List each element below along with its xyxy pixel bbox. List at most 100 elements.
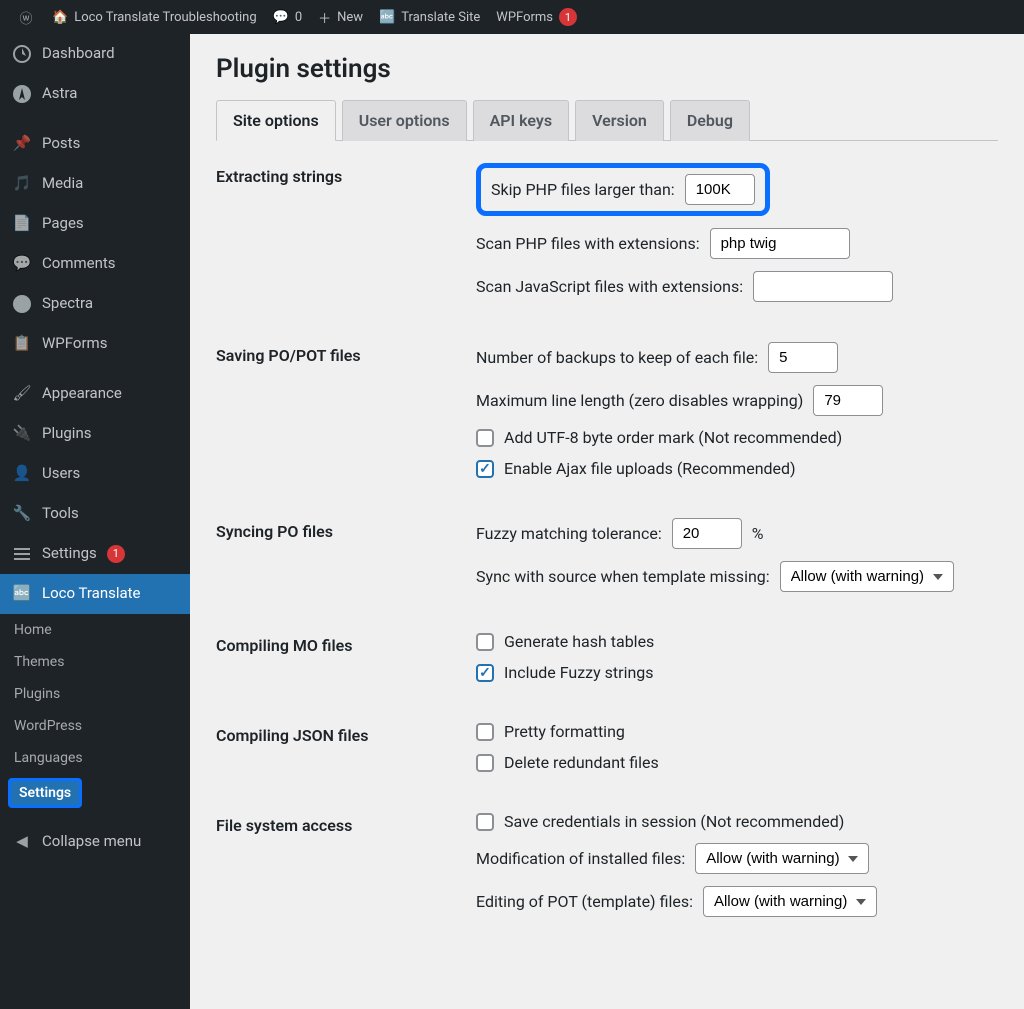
pin-icon: 📌 [12,134,32,154]
settings-tabs: Site options User options API keys Versi… [216,100,998,141]
section-label-compiling-json: Compiling JSON files [216,722,476,784]
wp-logo[interactable]: ⓦ [8,0,44,34]
sidebar-item-appearance[interactable]: 🖌Appearance [0,374,190,414]
pretty-label: Pretty formatting [504,722,625,741]
home-icon: 🏠 [52,10,68,25]
backups-input[interactable] [768,342,838,373]
sidebar-item-comments[interactable]: 💬Comments [0,244,190,284]
sync-label: Sync with source when template missing: [476,567,770,586]
maxline-input[interactable] [813,385,883,416]
section-label-extracting: Extracting strings [216,163,476,314]
pot-label: Editing of POT (template) files: [476,892,693,911]
skip-php-input[interactable] [685,174,755,205]
scan-php-label: Scan PHP files with extensions: [476,234,700,253]
mod-label: Modification of installed files: [476,849,685,868]
delete-redundant-label: Delete redundant files [504,753,659,772]
collapse-menu[interactable]: ◀Collapse menu [0,822,190,862]
sidebar-item-tools[interactable]: 🔧Tools [0,494,190,534]
sidebar-item-pages[interactable]: 📄Pages [0,204,190,244]
ajax-checkbox[interactable] [476,460,494,478]
sidebar-sub-settings[interactable]: Settings [8,778,82,808]
sidebar-sub-themes[interactable]: Themes [0,646,190,678]
sidebar-item-spectra[interactable]: Spectra [0,284,190,324]
loco-icon: 🔤 [12,584,32,604]
dashboard-icon [12,44,32,64]
mod-select[interactable]: Allow (with warning) [695,843,869,874]
translate-site-link[interactable]: 🔤Translate Site [371,0,488,34]
hash-checkbox[interactable] [476,633,494,651]
pretty-checkbox[interactable] [476,723,494,741]
hash-label: Generate hash tables [504,632,654,651]
comments-count: 0 [295,10,302,25]
sidebar-item-dashboard[interactable]: Dashboard [0,34,190,74]
fuzzy-suffix: % [752,524,764,543]
utf8-checkbox[interactable] [476,429,494,447]
sync-select[interactable]: Allow (with warning) [780,561,954,592]
include-fuzzy-label: Include Fuzzy strings [504,663,654,682]
creds-checkbox[interactable] [476,813,494,831]
main-content: Plugin settings Site options User option… [190,34,1024,1009]
fuzzy-input[interactable] [672,518,742,549]
scan-js-input[interactable] [753,271,893,302]
user-icon: 👤 [12,464,32,484]
site-link[interactable]: 🏠 Loco Translate Troubleshooting [44,0,265,34]
tab-site-options[interactable]: Site options [216,100,336,141]
astra-icon [12,84,32,104]
comment-icon: 💬 [12,254,32,274]
sidebar-item-settings[interactable]: Settings1 [0,534,190,574]
spectra-icon [12,294,32,314]
wordpress-icon: ⓦ [16,7,36,27]
ajax-label: Enable Ajax file uploads (Recommended) [504,459,796,478]
fuzzy-label: Fuzzy matching tolerance: [476,524,662,543]
comments-link[interactable]: 💬0 [265,0,311,34]
section-label-fs: File system access [216,812,476,929]
sidebar-item-media[interactable]: 🎵Media [0,164,190,204]
tab-api-keys[interactable]: API keys [473,100,570,141]
scan-php-input[interactable] [710,228,850,259]
tab-debug[interactable]: Debug [670,100,750,141]
sidebar-item-posts[interactable]: 📌Posts [0,124,190,164]
section-label-syncing: Syncing PO files [216,518,476,604]
translate-icon: 🔤 [379,10,395,25]
section-fs: File system access Save credentials in s… [216,812,998,929]
scan-js-label: Scan JavaScript files with extensions: [476,277,743,296]
tab-user-options[interactable]: User options [342,100,467,141]
section-label-compiling-mo: Compiling MO files [216,632,476,694]
sidebar-item-loco-translate[interactable]: 🔤Loco Translate [0,574,190,614]
brush-icon: 🖌 [12,384,32,404]
sidebar-sub-plugins[interactable]: Plugins [0,678,190,710]
settings-badge: 1 [107,545,125,563]
page-icon: 📄 [12,214,32,234]
sidebar-sub-home[interactable]: Home [0,614,190,646]
sidebar-sub-wordpress[interactable]: WordPress [0,710,190,742]
sidebar-item-plugins[interactable]: 🔌Plugins [0,414,190,454]
include-fuzzy-checkbox[interactable] [476,664,494,682]
skip-php-highlight: Skip PHP files larger than: [476,163,770,216]
wrench-icon: 🔧 [12,504,32,524]
sidebar-item-wpforms[interactable]: 📋WPForms [0,324,190,364]
wpforms-badge: 1 [559,8,577,26]
tab-version[interactable]: Version [575,100,664,141]
wpforms-link[interactable]: WPForms1 [488,0,585,34]
site-title: Loco Translate Troubleshooting [74,10,256,25]
media-icon: 🎵 [12,174,32,194]
utf8-label: Add UTF-8 byte order mark (Not recommend… [504,428,842,447]
maxline-label: Maximum line length (zero disables wrapp… [476,391,803,410]
skip-php-label: Skip PHP files larger than: [491,180,675,199]
pot-select[interactable]: Allow (with warning) [703,886,877,917]
admin-sidebar: Dashboard Astra 📌Posts 🎵Media 📄Pages 💬Co… [0,34,190,1009]
comment-icon: 💬 [273,10,289,25]
section-compiling-mo: Compiling MO files Generate hash tables … [216,632,998,694]
sidebar-sub-languages[interactable]: Languages [0,742,190,774]
delete-redundant-checkbox[interactable] [476,754,494,772]
new-link[interactable]: ＋New [310,0,371,34]
section-extracting: Extracting strings Skip PHP files larger… [216,163,998,314]
sliders-icon [12,544,32,564]
page-title: Plugin settings [216,54,998,84]
section-syncing: Syncing PO files Fuzzy matching toleranc… [216,518,998,604]
sidebar-item-users[interactable]: 👤Users [0,454,190,494]
admin-bar: ⓦ 🏠Loco Translate Troubleshooting 💬0 ＋Ne… [0,0,1024,34]
sidebar-item-astra[interactable]: Astra [0,74,190,114]
collapse-icon: ◀ [12,832,32,852]
creds-label: Save credentials in session (Not recomme… [504,812,844,831]
